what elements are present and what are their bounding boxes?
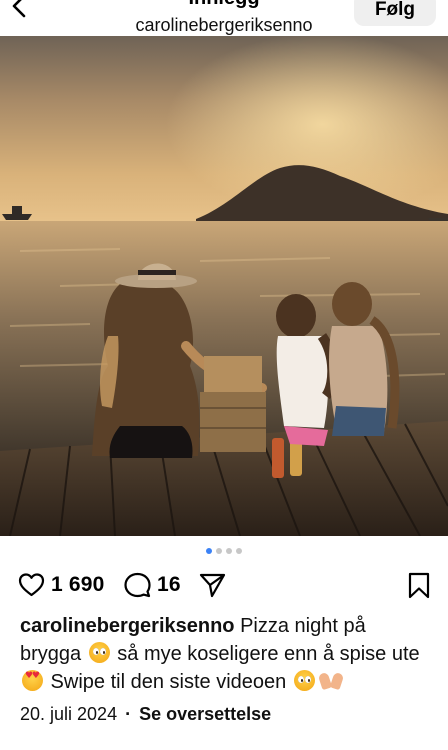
sunset-dock-photo: [0, 36, 448, 536]
bookmark-icon: [408, 572, 430, 598]
comment-button[interactable]: 16: [124, 568, 181, 602]
carousel-dot-active: [206, 548, 212, 554]
carousel-indicator: [0, 548, 448, 556]
caption-text-2: så mye koseligere enn å spise ute: [111, 643, 420, 665]
post-caption: carolinebergeriksenno Pizza night på bry…: [20, 612, 432, 696]
meta-separator: ·: [125, 704, 132, 724]
caption-text-3: Swipe til den siste videoen: [45, 671, 292, 693]
see-translation-link[interactable]: Se oversettelse: [139, 702, 271, 726]
carousel-dot: [236, 548, 242, 554]
heart-hands-emoji-icon: [317, 670, 345, 691]
follow-button[interactable]: Følg: [354, 0, 436, 26]
save-button[interactable]: [407, 568, 431, 602]
heart-eyes-emoji-icon: [22, 670, 43, 691]
caption-username[interactable]: carolinebergeriksenno: [20, 615, 235, 637]
post-action-bar: 1 690 16: [0, 568, 448, 602]
like-count[interactable]: 1 690: [51, 573, 105, 597]
carousel-dot: [226, 548, 232, 554]
pleading-face-emoji-icon: [293, 670, 315, 691]
post-date: 20. juli 2024: [20, 704, 118, 724]
pleading-face-emoji-icon: [88, 642, 110, 663]
paper-plane-icon: [199, 573, 226, 598]
heart-icon: [18, 573, 45, 597]
comment-count[interactable]: 16: [157, 573, 181, 597]
comment-bubble-icon: [124, 572, 151, 598]
carousel-dot: [216, 548, 222, 554]
like-button[interactable]: 1 690: [18, 568, 105, 602]
share-button[interactable]: [199, 568, 226, 602]
top-header: Innlegg carolinebergeriksenno Følg: [0, 0, 448, 36]
post-meta: 20. juli 2024 · Se oversettelse: [20, 702, 271, 726]
post-photo[interactable]: [0, 36, 448, 536]
